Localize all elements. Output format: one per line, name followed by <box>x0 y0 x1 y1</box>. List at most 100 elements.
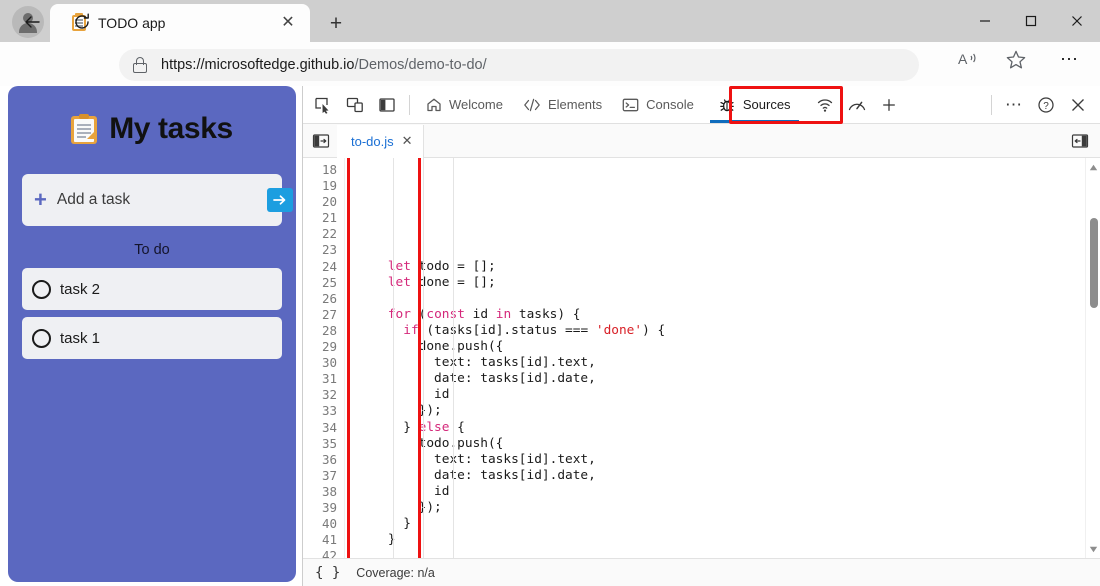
svg-text:?: ? <box>1043 100 1049 111</box>
line-number: 32 <box>321 387 337 403</box>
coverage-status: Coverage: n/a <box>356 565 435 580</box>
toolbar-divider <box>991 94 992 115</box>
editor-scrollbar[interactable] <box>1085 158 1100 558</box>
line-number: 42 <box>321 548 337 558</box>
line-number: 21 <box>321 210 337 226</box>
source-code-editor[interactable]: 18 19 20 21 22 23 24 25 26 27 28 29 30 31 32 33 34 35 36 37… <box>303 158 1100 558</box>
inspect-element-icon[interactable] <box>309 91 337 119</box>
code-line: id <box>357 483 450 499</box>
line-number: 27 <box>321 306 337 322</box>
indent-guide <box>393 158 394 558</box>
more-options-icon[interactable]: ⋯ <box>1000 91 1028 119</box>
task-label: task 2 <box>60 280 101 298</box>
browser-window: TODO app ✕ + https://microsoftedge.githu… <box>0 0 1100 586</box>
plus-icon: + <box>34 187 47 212</box>
address-bar[interactable]: https://microsoftedge.github.io/Demos/de… <box>119 49 919 81</box>
devtools-right-actions: ⋯ ? <box>985 91 1100 119</box>
line-number: 35 <box>321 435 337 451</box>
line-number: 31 <box>321 371 337 387</box>
bug-icon <box>720 98 734 111</box>
add-task-input[interactable] <box>56 191 257 209</box>
todo-app: My tasks + To do task 2 task 1 <box>8 86 296 582</box>
task-label: task 1 <box>60 329 101 347</box>
url-path: /Demos/demo-to-do/ <box>354 57 487 73</box>
scrollbar-thumb[interactable] <box>1089 218 1098 308</box>
line-number: 40 <box>321 516 337 532</box>
task-checkbox[interactable] <box>32 328 51 348</box>
line-number: 28 <box>321 322 337 338</box>
show-debugger-sidebar-icon[interactable] <box>1066 127 1094 155</box>
line-number: 25 <box>321 274 337 290</box>
console-prompt-icon <box>622 98 639 111</box>
close-file-tab-button[interactable]: ✕ <box>402 133 413 149</box>
page-title: My tasks <box>109 112 233 145</box>
line-number: 37 <box>321 467 337 483</box>
line-number: 20 <box>321 194 337 210</box>
tab-sources[interactable]: Sources <box>708 87 801 123</box>
code-line: let done = []; <box>387 274 496 290</box>
line-number: 29 <box>321 339 337 355</box>
file-tab-to-do-js[interactable]: to-do.js ✕ <box>337 124 424 158</box>
task-checkbox[interactable] <box>32 279 51 299</box>
todo-section-label: To do <box>134 242 170 258</box>
code-line: todo.push({ <box>357 435 504 451</box>
code-line: date: tasks[id].date, <box>357 467 596 483</box>
list-item[interactable]: task 1 <box>22 317 282 359</box>
code-line: } else { <box>357 419 465 435</box>
code-line: done.push({ <box>357 339 504 355</box>
line-number: 34 <box>321 419 337 435</box>
code-line: text: tasks[id].text, <box>357 355 596 371</box>
line-number: 33 <box>321 403 337 419</box>
code-line: }); <box>357 403 442 419</box>
reload-button[interactable] <box>66 6 98 38</box>
performance-icon[interactable] <box>843 91 871 119</box>
file-tab-label: to-do.js <box>351 133 394 149</box>
line-number: 24 <box>321 258 337 274</box>
tab-elements[interactable]: Elements <box>513 87 612 123</box>
tab-welcome[interactable]: Welcome <box>416 87 513 123</box>
show-navigator-icon[interactable] <box>307 127 335 155</box>
list-item[interactable]: task 2 <box>22 268 282 310</box>
maximize-button[interactable] <box>1008 0 1054 42</box>
back-button[interactable] <box>16 6 48 38</box>
pretty-print-button[interactable]: { } <box>315 565 340 581</box>
line-number: 22 <box>321 226 337 242</box>
devtools-tab-bar: Welcome Elements Console Sources ⋯ ? <box>303 86 1100 124</box>
code-line: date: tasks[id].date, <box>357 371 596 387</box>
url-domain: https://microsoftedge.github.io <box>161 57 355 73</box>
close-tab-button[interactable]: ✕ <box>276 11 300 35</box>
clipboard-icon <box>71 114 98 144</box>
close-window-button[interactable] <box>1054 0 1100 42</box>
close-devtools-icon[interactable] <box>1064 91 1092 119</box>
tab-console[interactable]: Console <box>612 87 704 123</box>
dock-side-icon[interactable] <box>373 91 401 119</box>
code-line: for (const id in tasks) { <box>387 306 581 322</box>
favorites-button[interactable] <box>1005 49 1027 71</box>
scroll-down-arrow-icon[interactable] <box>1086 542 1100 556</box>
line-number: 18 <box>321 162 337 177</box>
devtools-panel: Welcome Elements Console Sources ⋯ ? to-… <box>302 86 1100 586</box>
more-tools-plus-icon[interactable] <box>875 91 903 119</box>
code-line: let todo = []; <box>387 258 496 274</box>
network-icon[interactable] <box>811 91 839 119</box>
svg-text:A: A <box>958 51 968 67</box>
window-controls <box>962 0 1100 42</box>
code-line: } <box>357 532 396 548</box>
line-number: 23 <box>321 242 337 258</box>
code-line: if (tasks[id].status === 'done') { <box>403 322 666 338</box>
browser-settings-button[interactable]: ⋯ <box>1060 49 1079 70</box>
device-emulation-icon[interactable] <box>341 91 369 119</box>
tab-elements-label: Elements <box>547 97 603 112</box>
line-number: 26 <box>321 290 337 306</box>
browser-tab-title: TODO app <box>98 15 166 31</box>
help-icon[interactable]: ? <box>1032 91 1060 119</box>
scroll-up-arrow-icon[interactable] <box>1086 160 1100 174</box>
minimize-button[interactable] <box>962 0 1008 42</box>
new-tab-button[interactable]: + <box>322 10 350 38</box>
add-task-submit-button[interactable] <box>266 188 293 212</box>
source-code-content[interactable]: let todo = []; let done = []; for (const… <box>345 158 1100 558</box>
code-line: id <box>357 387 450 403</box>
tab-console-label: Console <box>646 97 694 112</box>
line-number: 38 <box>321 483 337 499</box>
read-aloud-button[interactable]: A <box>958 49 980 69</box>
